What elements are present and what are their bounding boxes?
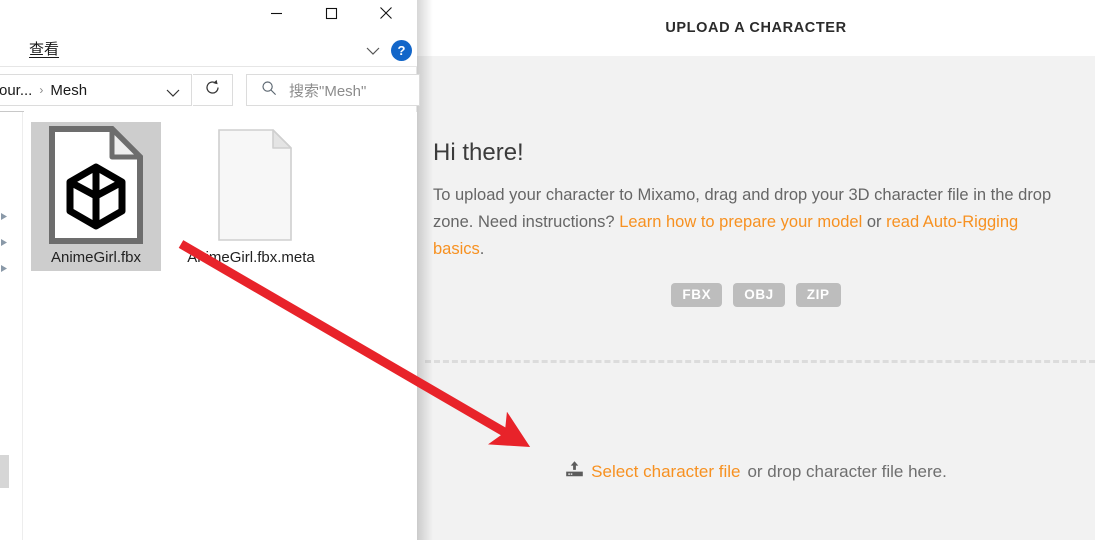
file-name-label: AnimeGirl.fbx [50, 249, 142, 266]
intro-paragraph: To upload your character to Mixamo, drag… [433, 182, 1069, 263]
breadcrumb-current[interactable]: Mesh [50, 82, 87, 99]
format-badge-obj: OBJ [733, 283, 785, 307]
search-placeholder: 搜索"Mesh" [289, 82, 367, 100]
greeting-heading: Hi there! [433, 139, 524, 166]
file-item-selected-fbx[interactable]: AnimeGirl.fbx [31, 122, 161, 271]
close-icon [379, 6, 393, 25]
page-title: UPLOAD A CHARACTER [665, 20, 847, 36]
tree-expand-arrow-icon[interactable] [0, 260, 8, 278]
address-toolbar: our... › Mesh 搜索"Mesh" [0, 68, 420, 112]
dropzone-divider [425, 360, 1095, 363]
fbx-file-icon [31, 122, 161, 244]
file-name-label: AnimeGirl.fbx.meta [187, 249, 315, 266]
file-list: AnimeGirl.fbx AnimeGirl.fbx.meta [24, 112, 417, 540]
address-breadcrumb-bar[interactable]: our... › Mesh [0, 74, 192, 106]
question-mark-icon: ? [397, 43, 406, 58]
navigation-pane-scrollbar-thumb[interactable] [0, 455, 9, 488]
mixamo-upload-page: UPLOAD A CHARACTER Hi there! To upload y… [417, 0, 1095, 540]
generic-file-icon [201, 122, 301, 244]
breadcrumb-separator-icon: › [39, 83, 44, 97]
intro-text-end: . [479, 240, 485, 258]
list-item[interactable]: AnimeGirl.fbx [29, 122, 163, 271]
prepare-model-link[interactable]: Learn how to prepare your model [619, 213, 862, 231]
help-button[interactable]: ? [391, 40, 412, 61]
breadcrumb-parent[interactable]: our... [0, 82, 32, 99]
list-item[interactable]: AnimeGirl.fbx.meta [184, 122, 318, 268]
window-titlebar [0, 0, 417, 31]
refresh-button[interactable] [193, 74, 233, 106]
search-input[interactable]: 搜索"Mesh" [246, 74, 420, 106]
mixamo-page-header: UPLOAD A CHARACTER [417, 0, 1095, 56]
close-button[interactable] [363, 0, 409, 31]
file-explorer-window: 查看 ? our... › Mesh 搜索"Mesh" AnimeGirl.fb… [0, 0, 420, 540]
search-icon [261, 80, 277, 101]
minimize-icon [270, 7, 283, 25]
menu-item-view[interactable]: 查看 [29, 38, 59, 59]
dropzone-prompt[interactable]: Select character file or drop character … [417, 460, 1095, 484]
format-badge-fbx: FBX [671, 283, 723, 307]
minimize-button[interactable] [253, 0, 299, 31]
chevron-down-icon[interactable] [365, 43, 381, 61]
address-chevron-down-icon[interactable] [165, 85, 181, 103]
maximize-icon [325, 7, 338, 25]
refresh-icon [204, 79, 221, 101]
upload-icon [565, 460, 584, 484]
maximize-button[interactable] [308, 0, 354, 31]
mixamo-page-body: Hi there! To upload your character to Mi… [417, 56, 1095, 540]
format-badge-zip: ZIP [795, 283, 841, 307]
tree-expand-arrow-icon[interactable] [0, 208, 8, 226]
select-character-file-link[interactable]: Select character file [591, 462, 740, 482]
drop-hint-text: or drop character file here. [747, 462, 947, 481]
intro-text-middle: or [862, 213, 887, 231]
supported-formats: FBX OBJ ZIP [417, 283, 1095, 307]
tree-expand-arrow-icon[interactable] [0, 234, 8, 252]
ribbon-bar: 查看 [0, 31, 417, 67]
navigation-pane[interactable] [0, 112, 23, 540]
